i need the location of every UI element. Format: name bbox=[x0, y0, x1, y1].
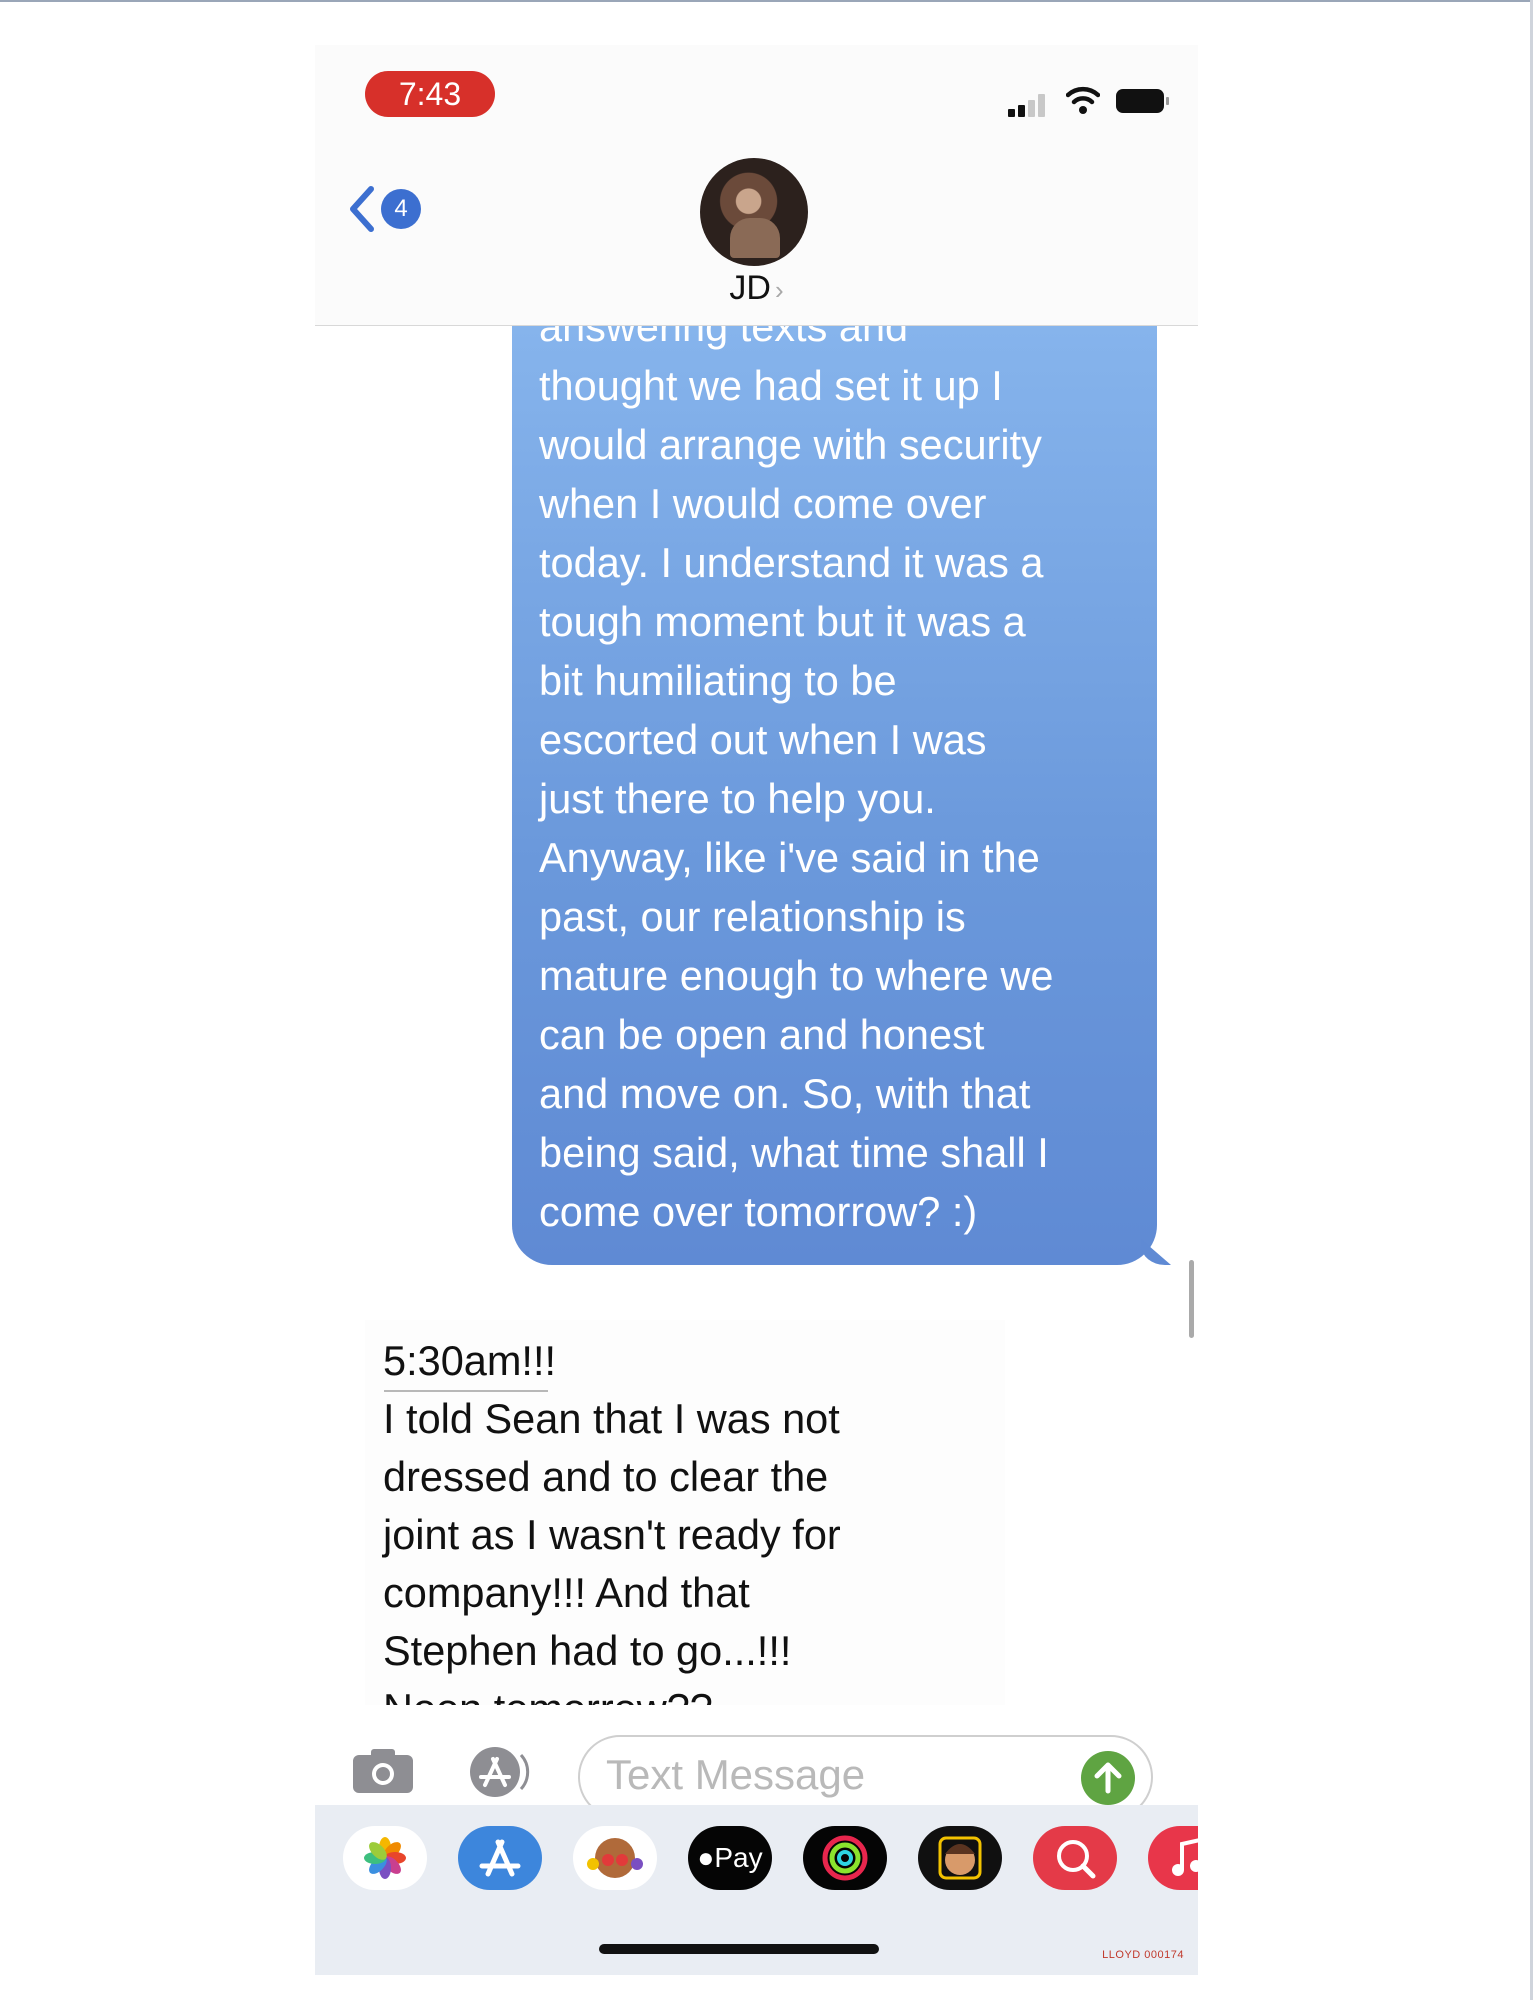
scan-top-edge bbox=[0, 0, 1533, 2]
home-indicator[interactable] bbox=[599, 1944, 879, 1954]
composer-bar: Text Message bbox=[315, 1705, 1198, 1819]
memoji-stickers-icon[interactable] bbox=[573, 1826, 657, 1890]
apple-icon: ● bbox=[697, 1842, 715, 1873]
memoji-icon[interactable] bbox=[918, 1826, 1002, 1890]
chevron-left-icon bbox=[350, 186, 374, 232]
unread-count-badge: 4 bbox=[381, 189, 421, 229]
scroll-indicator[interactable] bbox=[1189, 1260, 1194, 1338]
app-store-icon[interactable] bbox=[458, 1826, 542, 1890]
back-button[interactable]: 4 bbox=[347, 185, 427, 245]
contact-name: JD bbox=[729, 269, 771, 307]
app-store-icon[interactable] bbox=[465, 1745, 533, 1799]
activity-icon[interactable] bbox=[803, 1826, 887, 1890]
chevron-right-icon: › bbox=[774, 275, 784, 305]
camera-icon[interactable] bbox=[351, 1747, 415, 1795]
outgoing-message-text: answering texts and thought we had set i… bbox=[539, 325, 1054, 1235]
imessage-app-drawer: ●Pay LLOYD 000174 bbox=[315, 1805, 1198, 1975]
message-thread[interactable]: answering texts and thought we had set i… bbox=[315, 325, 1198, 1715]
arrow-up-icon bbox=[1094, 1762, 1122, 1794]
conversation-header: 7:43 4 JD › bbox=[315, 45, 1198, 326]
outgoing-message-bubble[interactable]: answering texts and thought we had set i… bbox=[512, 325, 1157, 1265]
status-time[interactable]: 7:43 bbox=[365, 71, 495, 117]
contact-avatar[interactable] bbox=[700, 158, 808, 266]
search-images-icon[interactable] bbox=[1033, 1826, 1117, 1890]
battery-icon bbox=[1116, 89, 1169, 113]
photos-icon[interactable] bbox=[343, 1826, 427, 1890]
incoming-message-bubble[interactable]: 5:30am!!! I told Sean that I was not dre… bbox=[365, 1320, 1005, 1715]
music-icon[interactable] bbox=[1148, 1826, 1198, 1890]
incoming-message-text: 5:30am!!! I told Sean that I was not dre… bbox=[383, 1337, 841, 1715]
bates-number: LLOYD 000174 bbox=[1102, 1949, 1184, 1961]
send-button[interactable] bbox=[1081, 1751, 1135, 1805]
phone-screen: 7:43 4 JD › answering texts and thought … bbox=[315, 45, 1198, 1975]
wifi-icon bbox=[1066, 86, 1100, 114]
apple-pay-label: Pay bbox=[714, 1842, 763, 1873]
apple-pay-icon[interactable]: ●Pay bbox=[688, 1826, 772, 1890]
cellular-signal-icon bbox=[1008, 93, 1054, 117]
contact-name-button[interactable]: JD › bbox=[315, 269, 1198, 308]
message-input-placeholder: Text Message bbox=[606, 1751, 866, 1798]
